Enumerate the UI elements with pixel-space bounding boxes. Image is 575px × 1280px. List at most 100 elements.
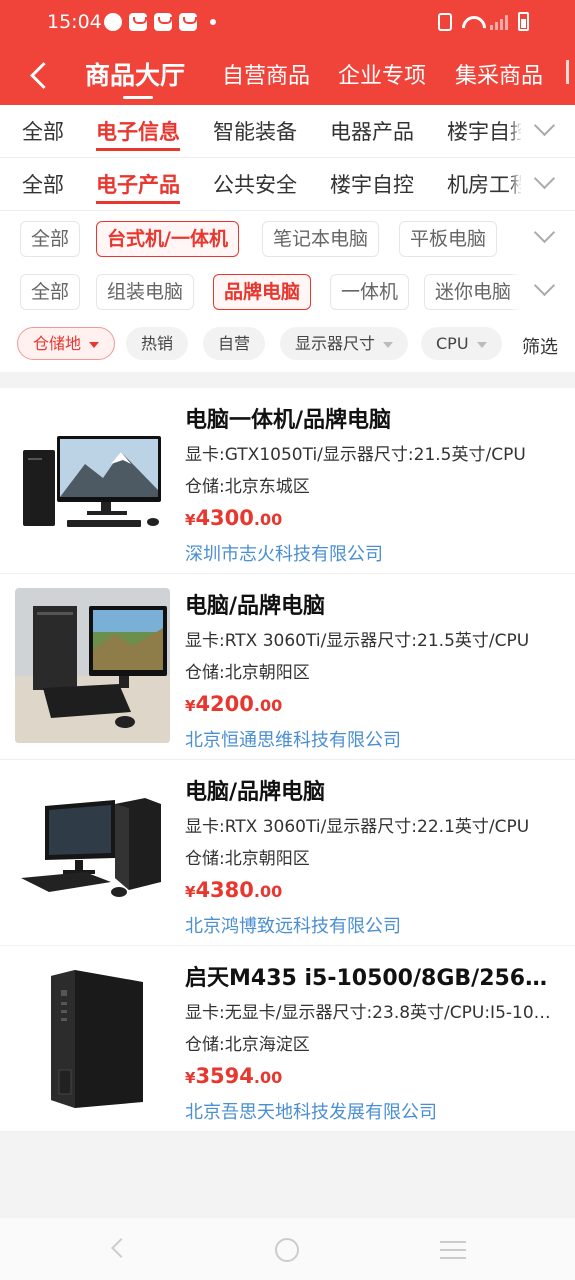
section-gap	[0, 372, 575, 388]
product-image[interactable]	[15, 774, 170, 929]
price-currency: ¥	[185, 1069, 196, 1087]
product-title: 电脑/品牌电脑	[185, 594, 326, 619]
product-card[interactable]: 电脑/品牌电脑 显卡:RTX 3060Ti/显示器尺寸:22.1英寸/CPU 仓…	[0, 760, 575, 946]
cat2-building-control[interactable]: 楼宇自控	[330, 169, 414, 199]
cat3-all[interactable]: 全部	[20, 221, 81, 257]
caret-down-icon	[476, 341, 487, 348]
status-bar: 15:04	[0, 0, 575, 46]
cat2-public-safety[interactable]: 公共安全	[213, 169, 297, 199]
cat4-aio[interactable]: 一体机	[330, 274, 410, 310]
product-image[interactable]	[15, 588, 170, 743]
filter-cpu[interactable]: CPU	[421, 327, 502, 360]
filter-bar: 仓储地 热销 自营 显示器尺寸 CPU 筛选	[0, 318, 575, 372]
wifi-icon	[462, 14, 480, 30]
signal-icon	[490, 14, 508, 30]
list-end-area	[0, 1132, 575, 1218]
filter-screen-button[interactable]: 筛选	[522, 333, 558, 359]
cat3-tablet[interactable]: 平板电脑	[399, 221, 498, 257]
nav-menu-icon[interactable]	[440, 1241, 466, 1259]
price-decimal: .00	[253, 1068, 283, 1087]
desktop-computer-icon	[15, 402, 170, 557]
price-integer: 4200	[195, 692, 254, 716]
product-company-link[interactable]: 北京吾思天地科技发展有限公司	[185, 1098, 437, 1124]
chevron-down-icon	[533, 274, 556, 297]
cat2-electronic-products[interactable]: 电子产品	[96, 169, 180, 204]
product-company-link[interactable]: 北京鸿博致远科技有限公司	[185, 912, 401, 938]
tab-product-hall[interactable]: 商品大厅	[85, 56, 185, 99]
tab-group-purchase[interactable]: 集采商品	[455, 58, 543, 90]
tower-pc-icon	[15, 960, 170, 1115]
filter-self-operated[interactable]: 自营	[203, 327, 266, 360]
expand-category-3[interactable]	[521, 212, 575, 265]
cat4-all[interactable]: 全部	[20, 274, 81, 310]
product-company-link[interactable]: 深圳市志火科技有限公司	[185, 540, 383, 566]
product-image[interactable]	[15, 402, 170, 557]
product-spec: 显卡:GTX1050Ti/显示器尺寸:21.5英寸/CPU	[185, 445, 526, 465]
product-price: ¥4380.00	[185, 878, 282, 902]
filter-self-operated-label: 自营	[218, 334, 251, 353]
system-status-icons	[438, 12, 529, 31]
top-nav: 商品大厅 自营商品 企业专项 集采商品	[0, 46, 575, 105]
category-row-2: 全部 电子产品 公共安全 楼宇自控 机房工程	[0, 158, 575, 211]
shopping-bag-icon	[179, 13, 197, 31]
tab-self-operated[interactable]: 自营商品	[222, 58, 310, 90]
desktop-computer-icon	[15, 774, 170, 929]
price-decimal: .00	[253, 696, 283, 715]
product-title: 电脑一体机/品牌电脑	[185, 408, 392, 433]
product-price: ¥4300.00	[185, 506, 282, 530]
category-row-3: 全部 台式机/一体机 笔记本电脑 平板电脑	[0, 212, 575, 265]
product-price: ¥4200.00	[185, 692, 282, 716]
tab-enterprise[interactable]: 企业专项	[338, 58, 426, 90]
chevron-down-icon	[533, 167, 556, 190]
shopping-bag-icon	[154, 13, 172, 31]
nav-home-icon[interactable]	[275, 1238, 299, 1262]
product-list: 电脑一体机/品牌电脑 显卡:GTX1050Ti/显示器尺寸:21.5英寸/CPU…	[0, 388, 575, 1132]
cat1-all[interactable]: 全部	[22, 116, 64, 146]
cat4-assembled-pc[interactable]: 组装电脑	[96, 274, 195, 310]
cat2-server-room[interactable]: 机房工程	[447, 169, 531, 199]
filter-monitor-size[interactable]: 显示器尺寸	[280, 327, 409, 360]
cat4-mini-pc[interactable]: 迷你电脑	[424, 274, 523, 310]
cat1-electrical[interactable]: 电器产品	[330, 116, 414, 146]
product-company-link[interactable]: 北京恒通思维科技有限公司	[185, 726, 401, 752]
cat3-desktop-aio[interactable]: 台式机/一体机	[96, 221, 239, 257]
more-tabs-indicator	[566, 60, 575, 84]
filter-warehouse[interactable]: 仓储地	[17, 327, 116, 360]
filter-cpu-label: CPU	[436, 334, 469, 353]
caret-down-icon	[383, 341, 394, 348]
price-currency: ¥	[185, 697, 196, 715]
product-spec: 显卡:RTX 3060Ti/显示器尺寸:22.1英寸/CPU	[185, 817, 530, 837]
filter-hot[interactable]: 热销	[126, 327, 189, 360]
cat1-electronic-info[interactable]: 电子信息	[96, 116, 180, 151]
expand-category-2[interactable]	[521, 158, 575, 210]
product-warehouse: 仓储:北京海淀区	[185, 1035, 310, 1055]
status-time: 15:04	[47, 11, 102, 33]
filter-hot-label: 热销	[141, 334, 174, 353]
product-title: 电脑/品牌电脑	[185, 780, 326, 805]
product-warehouse: 仓储:北京朝阳区	[185, 849, 310, 869]
back-arrow-icon[interactable]	[26, 60, 54, 88]
desktop-computer-icon	[15, 588, 170, 743]
nav-back-icon[interactable]	[111, 1238, 131, 1258]
vibrate-icon	[438, 12, 452, 31]
system-navigation-bar	[0, 1218, 575, 1280]
product-card[interactable]: 电脑一体机/品牌电脑 显卡:GTX1050Ti/显示器尺寸:21.5英寸/CPU…	[0, 388, 575, 574]
price-decimal: .00	[253, 510, 283, 529]
cat1-building-control[interactable]: 楼宇自控	[447, 116, 531, 146]
product-image[interactable]	[15, 960, 170, 1115]
cat1-smart-equipment[interactable]: 智能装备	[213, 116, 297, 146]
product-card[interactable]: 电脑/品牌电脑 显卡:RTX 3060Ti/显示器尺寸:21.5英寸/CPU 仓…	[0, 574, 575, 760]
filter-monitor-size-label: 显示器尺寸	[295, 334, 376, 353]
expand-category-4[interactable]	[521, 265, 575, 318]
product-warehouse: 仓储:北京朝阳区	[185, 663, 310, 683]
notification-icons	[104, 13, 216, 31]
cat2-all[interactable]: 全部	[22, 169, 64, 199]
expand-category-1[interactable]	[521, 105, 575, 157]
chevron-down-icon	[533, 221, 556, 244]
cat4-brand-pc[interactable]: 品牌电脑	[213, 274, 312, 310]
cat3-laptop[interactable]: 笔记本电脑	[262, 221, 380, 257]
product-card[interactable]: 启天M435 i5-10500/8GB/256G/单 显卡:无显卡/显示器尺寸:…	[0, 946, 575, 1132]
price-currency: ¥	[185, 883, 196, 901]
product-title: 启天M435 i5-10500/8GB/256G/单	[185, 966, 563, 991]
product-spec: 显卡:无显卡/显示器尺寸:23.8英寸/CPU:I5-10500	[185, 1003, 557, 1023]
